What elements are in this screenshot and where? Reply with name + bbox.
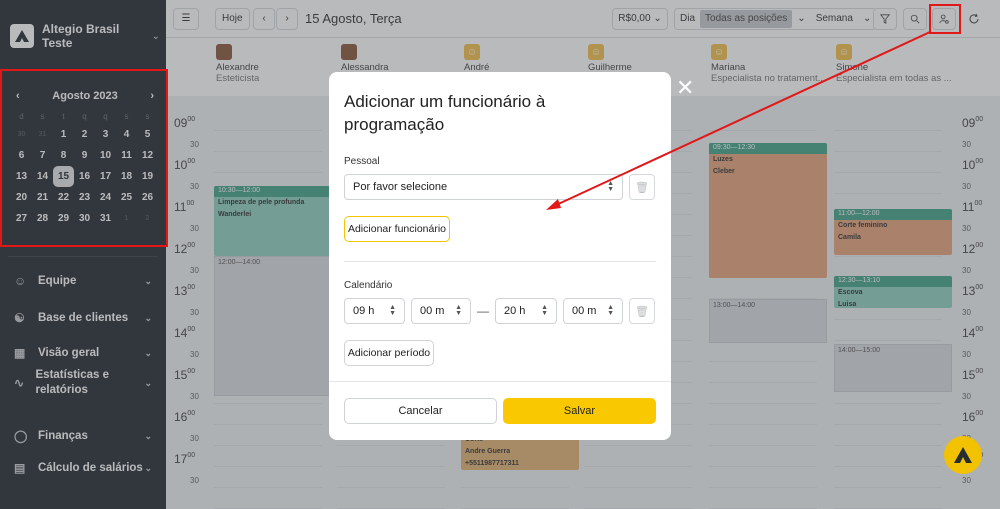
- annotation-arrow: [546, 31, 931, 210]
- brand-logo-icon: [954, 447, 972, 463]
- app-root: Altegio Brasil Teste ⌄ ‹ Agosto 2023 › d…: [0, 0, 1000, 509]
- help-fab-button[interactable]: [944, 436, 982, 474]
